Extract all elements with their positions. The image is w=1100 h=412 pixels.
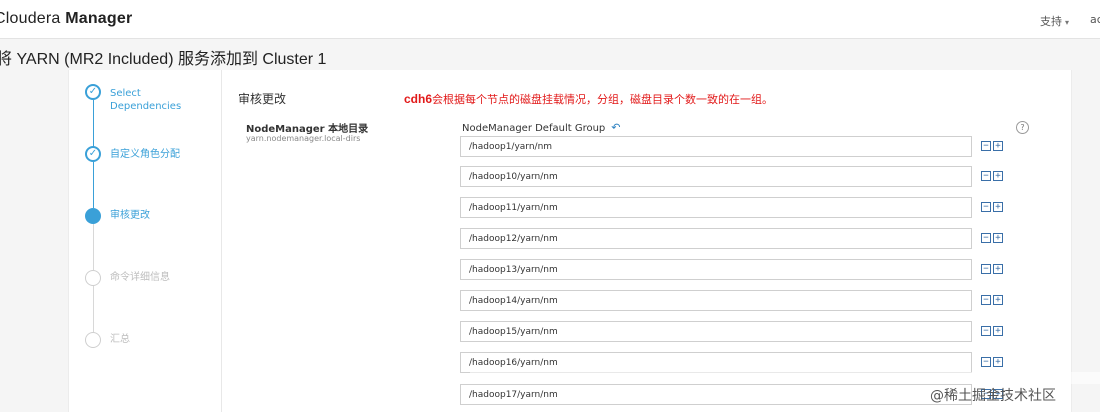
minus-icon[interactable]: − xyxy=(981,233,991,243)
plus-icon[interactable]: + xyxy=(993,141,1003,151)
local-dir-input[interactable] xyxy=(460,321,972,342)
step-connector xyxy=(93,224,94,270)
help-icon[interactable]: ? xyxy=(1016,121,1029,134)
page-title: 将 YARN (MR2 Included) 服务添加到 Cluster 1 xyxy=(0,51,327,68)
annotation-bold: cdh6 xyxy=(404,92,433,106)
minus-icon[interactable]: − xyxy=(981,295,991,305)
user-menu[interactable]: ac xyxy=(1090,13,1100,26)
local-dir-input[interactable] xyxy=(460,166,972,187)
plus-icon[interactable]: + xyxy=(993,357,1003,367)
local-dir-input[interactable] xyxy=(460,136,972,157)
group-name[interactable]: NodeManager Default Group xyxy=(462,123,605,134)
support-menu[interactable]: 支持 ▾ xyxy=(1040,13,1069,29)
brand-text: Cloudera xyxy=(0,10,66,27)
minus-icon[interactable]: − xyxy=(981,202,991,212)
brand-logo[interactable]: Cloudera Manager xyxy=(0,10,132,28)
field-key: yarn.nodemanager.local-dirs xyxy=(246,134,361,143)
pending-step-indicator xyxy=(85,332,101,348)
top-navbar: Cloudera Manager 支持 ▾ ac xyxy=(0,0,1100,39)
section-title: 审核更改 xyxy=(238,92,287,106)
watermark-band xyxy=(470,372,1100,384)
wizard-step-command-details: 命令详细信息 xyxy=(110,272,170,283)
minus-icon[interactable]: − xyxy=(981,357,991,367)
red-annotation: cdh6会根据每个节点的磁盘挂载情况，分组，磁盘目录个数一致的在一组。 xyxy=(404,91,773,107)
local-dir-input[interactable] xyxy=(460,228,972,249)
wizard-step-review-changes[interactable]: 审核更改 xyxy=(110,209,200,222)
wizard-step-summary: 汇总 xyxy=(110,334,130,345)
step-connector xyxy=(93,285,94,332)
plus-icon[interactable]: + xyxy=(993,233,1003,243)
wizard-step-select-dependencies[interactable]: Select Dependencies xyxy=(110,87,200,113)
plus-icon[interactable]: + xyxy=(993,295,1003,305)
check-icon: ✓ xyxy=(85,146,101,162)
local-dir-input[interactable] xyxy=(460,259,972,280)
group-label: NodeManager Default Group ↶ xyxy=(462,121,621,134)
current-step-indicator xyxy=(85,208,101,224)
plus-icon[interactable]: + xyxy=(993,326,1003,336)
step-connector xyxy=(93,162,94,208)
local-dir-input[interactable] xyxy=(460,384,972,405)
wizard-divider xyxy=(221,70,222,412)
plus-icon[interactable]: + xyxy=(993,171,1003,181)
support-label: 支持 xyxy=(1040,15,1062,28)
minus-icon[interactable]: − xyxy=(981,141,991,151)
minus-icon[interactable]: − xyxy=(981,326,991,336)
local-dir-input[interactable] xyxy=(460,290,972,311)
brand-text-bold: Manager xyxy=(65,10,133,27)
plus-icon[interactable]: + xyxy=(993,202,1003,212)
check-icon: ✓ xyxy=(85,84,101,100)
watermark: @稀土掘金技术社区 xyxy=(930,388,1056,404)
field-label: NodeManager 本地目录 xyxy=(246,124,369,135)
minus-icon[interactable]: − xyxy=(981,264,991,274)
local-dir-input[interactable] xyxy=(460,352,972,373)
step-connector xyxy=(93,100,94,148)
minus-icon[interactable]: − xyxy=(981,171,991,181)
caret-down-icon: ▾ xyxy=(1065,18,1070,27)
local-dir-input[interactable] xyxy=(460,197,972,218)
annotation-text: 会根据每个节点的磁盘挂载情况，分组，磁盘目录个数一致的在一组。 xyxy=(432,93,774,106)
undo-icon[interactable]: ↶ xyxy=(611,121,620,134)
plus-icon[interactable]: + xyxy=(993,264,1003,274)
pending-step-indicator xyxy=(85,270,101,286)
wizard-step-role-assignment[interactable]: 自定义角色分配 xyxy=(110,148,200,161)
